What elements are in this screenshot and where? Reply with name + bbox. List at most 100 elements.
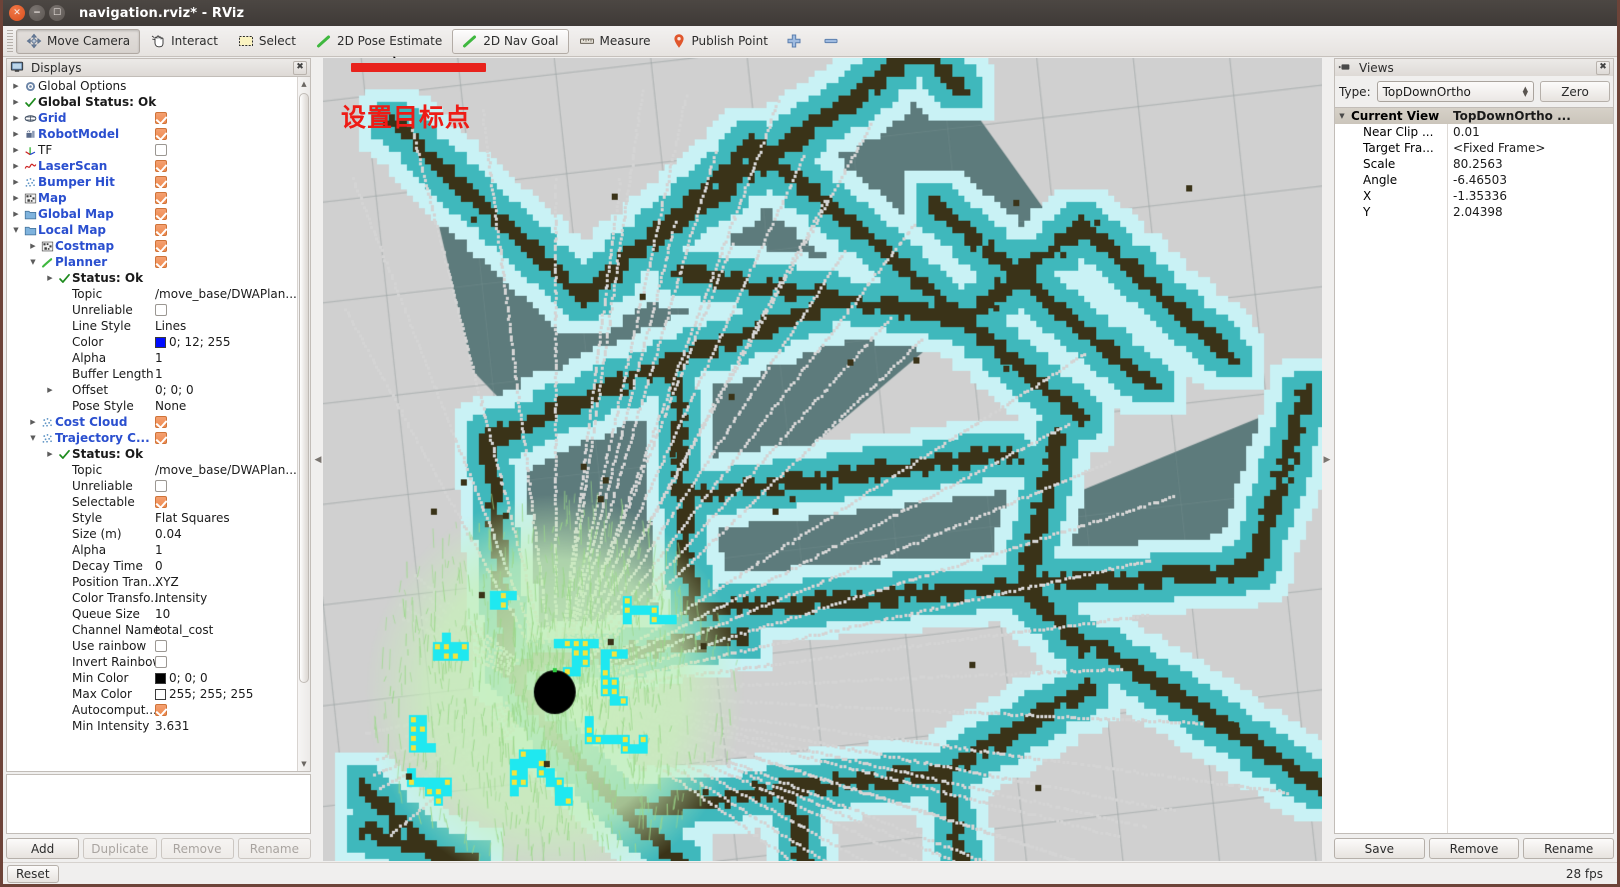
chevron-right-icon[interactable]: ▶ bbox=[43, 450, 57, 458]
chevron-down-icon[interactable]: ▼ bbox=[1335, 112, 1349, 120]
displays-row-checkbox[interactable] bbox=[155, 304, 167, 316]
displays-row-max-color[interactable]: Max Color 255; 255; 255 bbox=[7, 686, 297, 702]
displays-row-checkbox[interactable] bbox=[155, 432, 167, 444]
displays-row-color-value[interactable]: 0; 0; 0 bbox=[155, 671, 208, 685]
chevron-right-icon[interactable]: ▶ bbox=[9, 210, 23, 218]
chevron-right-icon[interactable]: ▶ bbox=[9, 178, 23, 186]
views-row-value[interactable]: 0.01 bbox=[1453, 125, 1480, 139]
displays-row-checkbox[interactable] bbox=[155, 112, 167, 124]
displays-row-tf[interactable]: ▶ TF bbox=[7, 142, 297, 158]
displays-row-checkbox[interactable] bbox=[155, 256, 167, 268]
checkbox[interactable] bbox=[155, 192, 167, 204]
displays-row-checkbox[interactable] bbox=[155, 656, 167, 668]
views-remove-button[interactable]: Remove bbox=[1428, 838, 1520, 859]
current-view-header[interactable]: ▼ Current View TopDownOrtho ... bbox=[1335, 108, 1613, 124]
displays-row-buffer-length[interactable]: Buffer Length 1 bbox=[7, 366, 297, 382]
displays-row-global-options[interactable]: ▶ Global Options bbox=[7, 78, 297, 94]
scrollbar-thumb[interactable] bbox=[299, 93, 309, 683]
checkbox[interactable] bbox=[155, 256, 167, 268]
checkbox[interactable] bbox=[155, 432, 167, 444]
color-swatch[interactable] bbox=[155, 688, 166, 700]
displays-scrollbar[interactable]: ▲ ▼ bbox=[297, 77, 310, 771]
displays-row-line-style[interactable]: Line Style Lines bbox=[7, 318, 297, 334]
view-type-select[interactable]: TopDownOrtho ▲ ▼ bbox=[1376, 81, 1534, 102]
checkbox[interactable] bbox=[155, 704, 167, 716]
displays-row-status-ok[interactable]: ▶ Status: Ok bbox=[7, 446, 297, 462]
checkbox[interactable] bbox=[155, 160, 167, 172]
views-row-value[interactable]: 2.04398 bbox=[1453, 205, 1503, 219]
displays-row-offset[interactable]: ▶ Offset 0; 0; 0 bbox=[7, 382, 297, 398]
checkbox[interactable] bbox=[155, 128, 167, 140]
displays-row-alpha[interactable]: Alpha 1 bbox=[7, 350, 297, 366]
chevron-right-icon[interactable]: ▶ bbox=[9, 146, 23, 154]
displays-row-color-value[interactable]: 255; 255; 255 bbox=[155, 687, 253, 701]
views-row-target-fra[interactable]: Target Fra... <Fixed Frame> bbox=[1335, 140, 1613, 156]
displays-row-queue-size[interactable]: Queue Size 10 bbox=[7, 606, 297, 622]
chevron-right-icon[interactable]: ▶ bbox=[26, 242, 40, 250]
chevron-right-icon[interactable]: ▶ bbox=[26, 418, 40, 426]
displays-row-unreliable[interactable]: Unreliable bbox=[7, 478, 297, 494]
displays-row-use-rainbow[interactable]: Use rainbow bbox=[7, 638, 297, 654]
displays-row-min-color[interactable]: Min Color 0; 0; 0 bbox=[7, 670, 297, 686]
views-row-angle[interactable]: Angle -6.46503 bbox=[1335, 172, 1613, 188]
displays-row-checkbox[interactable] bbox=[155, 192, 167, 204]
displays-row-trajectory-c[interactable]: ▼ Trajectory C... bbox=[7, 430, 297, 446]
scroll-down-icon[interactable]: ▼ bbox=[298, 757, 310, 771]
displays-row-robotmodel[interactable]: ▶ RobotModel bbox=[7, 126, 297, 142]
checkbox[interactable] bbox=[155, 656, 167, 668]
views-row-value[interactable]: <Fixed Frame> bbox=[1453, 141, 1545, 155]
tool-measure[interactable]: Measure bbox=[569, 29, 661, 54]
displays-row-grid[interactable]: ▶ Grid bbox=[7, 110, 297, 126]
views-row-value[interactable]: 80.2563 bbox=[1453, 157, 1503, 171]
color-swatch[interactable] bbox=[155, 672, 166, 684]
tool-2d-nav-goal[interactable]: 2D Nav Goal bbox=[452, 28, 569, 54]
displays-row-checkbox[interactable] bbox=[155, 496, 167, 508]
left-splitter[interactable]: ◀ bbox=[313, 57, 323, 862]
tool-select[interactable]: Select bbox=[228, 29, 306, 54]
displays-tree[interactable]: ▶ Global Options ▶ Global Status: Ok ▶ Grid ▶ R… bbox=[7, 77, 297, 771]
chevron-down-icon[interactable]: ▼ bbox=[26, 258, 40, 266]
checkbox[interactable] bbox=[155, 224, 167, 236]
chevron-right-icon[interactable]: ▶ bbox=[9, 82, 23, 90]
displays-row-local-map[interactable]: ▼ Local Map bbox=[7, 222, 297, 238]
toolbar-grip[interactable] bbox=[7, 30, 13, 52]
displays-row-cost-cloud[interactable]: ▶ Cost Cloud bbox=[7, 414, 297, 430]
displays-row-position-tran[interactable]: Position Tran... XYZ bbox=[7, 574, 297, 590]
displays-row-checkbox[interactable] bbox=[155, 224, 167, 236]
views-row-value[interactable]: -1.35336 bbox=[1453, 189, 1507, 203]
chevron-down-icon[interactable]: ▼ bbox=[9, 226, 23, 234]
displays-row-status-ok[interactable]: ▶ Status: Ok bbox=[7, 270, 297, 286]
displays-row-channel-name[interactable]: Channel Name total_cost bbox=[7, 622, 297, 638]
collapse-left-icon[interactable]: ◀ bbox=[315, 455, 322, 465]
displays-row-size-m[interactable]: Size (m) 0.04 bbox=[7, 526, 297, 542]
checkbox[interactable] bbox=[155, 304, 167, 316]
views-row-near-clip[interactable]: Near Clip ... 0.01 bbox=[1335, 124, 1613, 140]
displays-row-costmap[interactable]: ▶ Costmap bbox=[7, 238, 297, 254]
window-minimize-button[interactable]: − bbox=[29, 5, 45, 21]
displays-row-style[interactable]: Style Flat Squares bbox=[7, 510, 297, 526]
scroll-up-icon[interactable]: ▲ bbox=[298, 77, 310, 91]
displays-row-checkbox[interactable] bbox=[155, 144, 167, 156]
window-maximize-button[interactable]: ☐ bbox=[49, 5, 65, 21]
checkbox[interactable] bbox=[155, 480, 167, 492]
displays-row-checkbox[interactable] bbox=[155, 416, 167, 428]
views-row-x[interactable]: X -1.35336 bbox=[1335, 188, 1613, 204]
close-icon[interactable]: ✖ bbox=[1596, 60, 1610, 75]
displays-row-checkbox[interactable] bbox=[155, 480, 167, 492]
checkbox[interactable] bbox=[155, 112, 167, 124]
zero-button[interactable]: Zero bbox=[1540, 81, 1610, 102]
chevron-right-icon[interactable]: ▶ bbox=[43, 386, 57, 394]
views-row-scale[interactable]: Scale 80.2563 bbox=[1335, 156, 1613, 172]
displays-row-checkbox[interactable] bbox=[155, 240, 167, 252]
chevron-down-icon[interactable]: ▼ bbox=[26, 434, 40, 442]
displays-row-selectable[interactable]: Selectable bbox=[7, 494, 297, 510]
displays-row-topic[interactable]: Topic/move_base/DWAPlan... bbox=[7, 286, 297, 302]
render-view-3d[interactable]: 设置目标点 bbox=[323, 58, 1322, 861]
reset-button[interactable]: Reset bbox=[7, 864, 59, 883]
checkbox[interactable] bbox=[155, 640, 167, 652]
displays-row-checkbox[interactable] bbox=[155, 160, 167, 172]
displays-row-pose-style[interactable]: Pose Style None bbox=[7, 398, 297, 414]
displays-row-decay-time[interactable]: Decay Time 0 bbox=[7, 558, 297, 574]
chevron-updown-icon[interactable]: ▲ ▼ bbox=[1523, 85, 1528, 97]
displays-row-laserscan[interactable]: ▶ LaserScan bbox=[7, 158, 297, 174]
